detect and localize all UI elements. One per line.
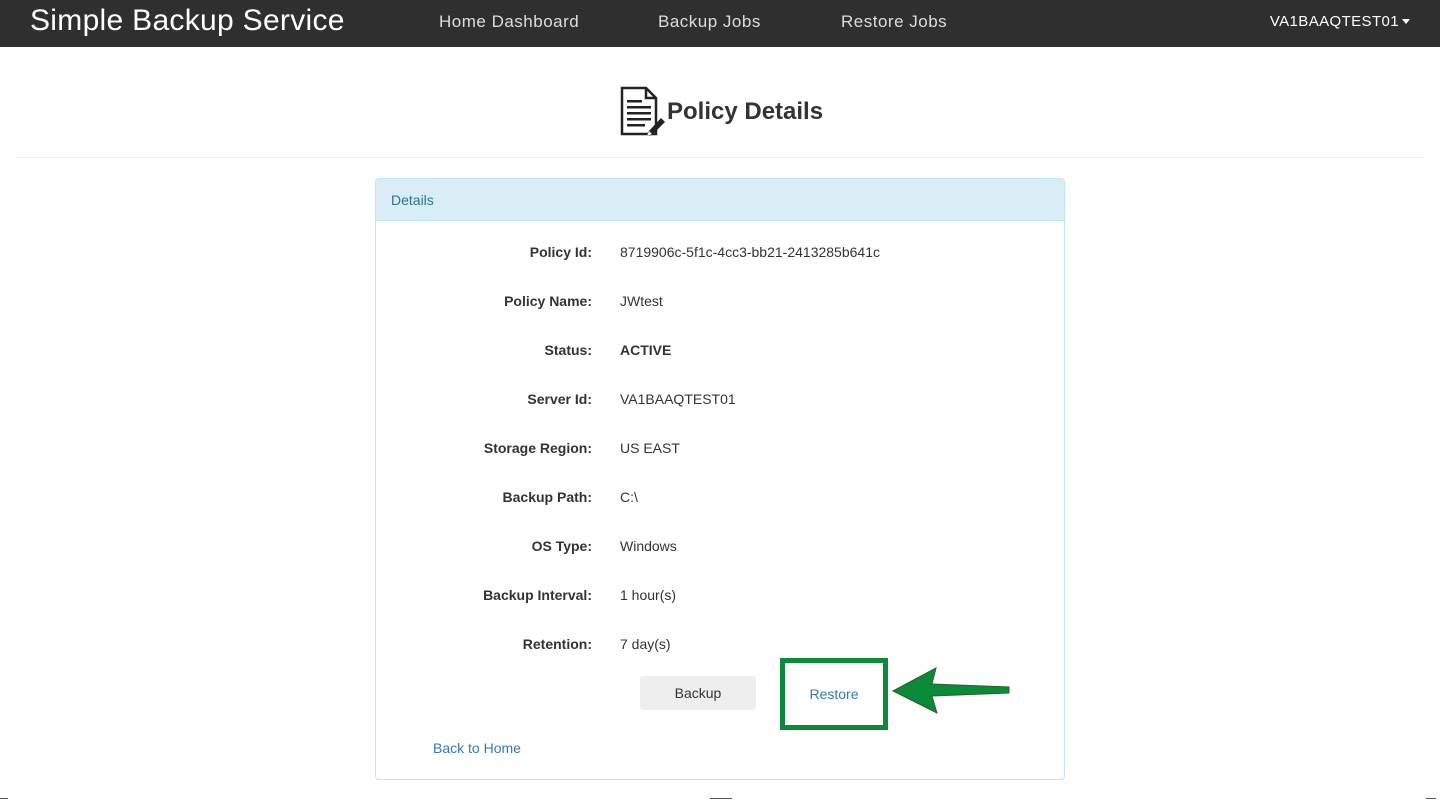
field-row-policy-id: Policy Id: 8719906c-5f1c-4cc3-bb21-24132… bbox=[376, 244, 1066, 264]
top-navbar: Simple Backup Service Home Dashboard Bac… bbox=[0, 0, 1440, 47]
field-row-backup-interval: Backup Interval: 1 hour(s) bbox=[376, 587, 1066, 607]
field-label: Status: bbox=[544, 342, 592, 358]
annotation-highlight-box: Restore bbox=[780, 658, 888, 730]
field-value: VA1BAAQTEST01 bbox=[620, 391, 736, 407]
field-value: 8719906c-5f1c-4cc3-bb21-2413285b641c bbox=[620, 244, 880, 260]
nav-restore-jobs[interactable]: Restore Jobs bbox=[841, 12, 947, 32]
field-value: C:\ bbox=[620, 489, 638, 505]
field-label: Server Id: bbox=[527, 391, 592, 407]
field-value: 7 day(s) bbox=[620, 636, 671, 652]
brand-title[interactable]: Simple Backup Service bbox=[30, 4, 345, 38]
field-row-os-type: OS Type: Windows bbox=[376, 538, 1066, 558]
nav-backup-jobs[interactable]: Backup Jobs bbox=[658, 12, 761, 32]
user-menu-dropdown[interactable]: VA1BAAQTEST01 bbox=[1270, 13, 1410, 30]
field-label: Backup Interval: bbox=[483, 587, 592, 603]
panel-heading: Details bbox=[376, 179, 1064, 221]
header-divider bbox=[15, 157, 1425, 158]
field-label: Retention: bbox=[522, 636, 592, 652]
field-label: Policy Name: bbox=[504, 293, 592, 309]
field-value: JWtest bbox=[620, 293, 663, 309]
document-edit-icon bbox=[620, 86, 665, 136]
field-value: US EAST bbox=[620, 440, 680, 456]
nav-home-dashboard[interactable]: Home Dashboard bbox=[439, 12, 579, 32]
back-to-home-link[interactable]: Back to Home bbox=[433, 740, 521, 756]
field-row-backup-path: Backup Path: C:\ bbox=[376, 489, 1066, 509]
field-row-server-id: Server Id: VA1BAAQTEST01 bbox=[376, 391, 1066, 411]
field-row-status: Status: ACTIVE bbox=[376, 342, 1066, 362]
field-row-retention: Retention: 7 day(s) bbox=[376, 636, 1066, 656]
status-value: ACTIVE bbox=[620, 342, 672, 358]
field-row-storage-region: Storage Region: US EAST bbox=[376, 440, 1066, 460]
field-label: Policy Id: bbox=[529, 244, 592, 260]
field-value: Windows bbox=[620, 538, 677, 554]
restore-button[interactable]: Restore bbox=[785, 663, 883, 725]
field-label: Backup Path: bbox=[502, 489, 592, 505]
bottom-edge-marks bbox=[0, 797, 1440, 801]
backup-button[interactable]: Backup bbox=[640, 676, 756, 710]
user-menu-label: VA1BAAQTEST01 bbox=[1269, 13, 1399, 30]
caret-down-icon bbox=[1402, 19, 1410, 24]
page-title: Policy Details bbox=[667, 98, 824, 125]
field-value: 1 hour(s) bbox=[620, 587, 677, 603]
field-label: OS Type: bbox=[531, 538, 592, 554]
annotation-arrow-icon bbox=[891, 667, 1010, 714]
field-row-policy-name: Policy Name: JWtest bbox=[376, 293, 1066, 313]
page-header: Policy Details bbox=[618, 85, 823, 139]
field-label: Storage Region: bbox=[483, 440, 592, 456]
